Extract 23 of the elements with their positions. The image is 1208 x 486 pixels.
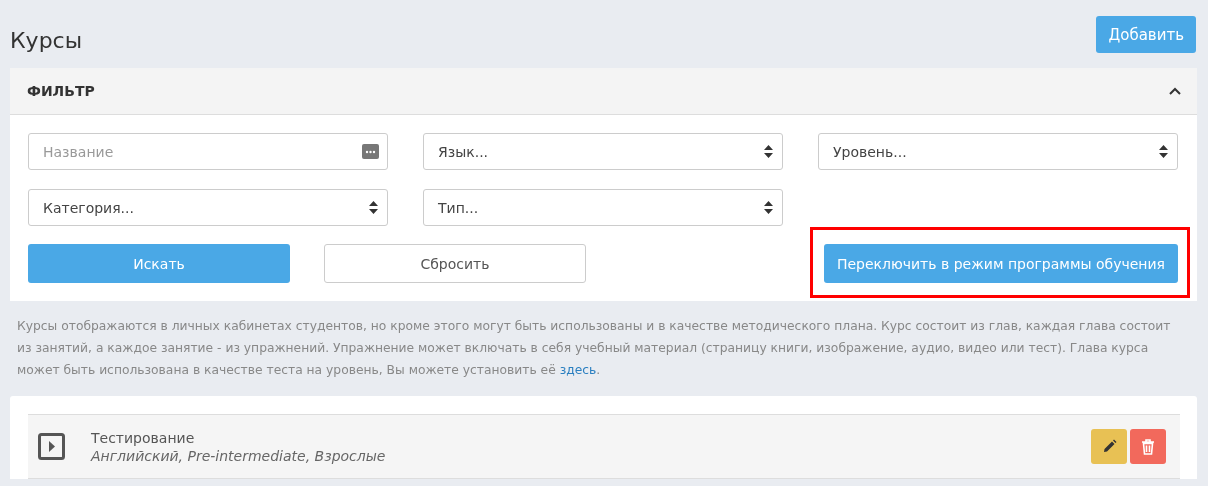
trash-icon bbox=[1141, 438, 1155, 455]
delete-button[interactable] bbox=[1130, 429, 1166, 464]
edit-button[interactable] bbox=[1091, 429, 1127, 464]
play-icon[interactable] bbox=[38, 433, 65, 460]
sort-arrows-icon bbox=[1159, 145, 1168, 158]
sort-arrows-icon bbox=[764, 145, 773, 158]
course-title: Тестирование bbox=[91, 429, 196, 446]
course-row[interactable]: Тестирование Английский, Pre-intermediate, Взрослые bbox=[28, 414, 1180, 479]
reset-button[interactable]: Сбросить bbox=[324, 244, 586, 283]
sort-arrows-icon bbox=[369, 201, 378, 214]
collapse-icon[interactable] bbox=[1169, 87, 1181, 95]
course-details: Английский, Pre-intermediate, Взрослые bbox=[91, 447, 387, 464]
select-field[interactable]: Тип... bbox=[423, 189, 783, 226]
select-field[interactable]: Категория... bbox=[28, 189, 388, 226]
page-title: Курсы bbox=[10, 28, 83, 53]
description-text: Курсы отображаются в личных кабинетах студентов, но кроме этого могут быть использованы и в качестве методического плана. Курс состоит из глав, каждая глава состоит из занятий, а каждое занятие - из упражнений. Упражнение может включать в себя учебный материал (страницу книги, изображение, аудио, видео или тест). Глава курса может быть использована в качестве теста на уровень, Вы можете установить её здесь. bbox=[17, 318, 1172, 379]
ellipsis-icon bbox=[362, 144, 379, 159]
select-field[interactable]: Язык... bbox=[423, 133, 783, 170]
filter-title: ФИЛЬТР bbox=[27, 83, 95, 99]
select-field[interactable]: Уровень... bbox=[818, 133, 1178, 170]
pencil-icon bbox=[1101, 439, 1117, 454]
name-field[interactable]: Название bbox=[28, 133, 388, 170]
sort-arrows-icon bbox=[764, 201, 773, 214]
